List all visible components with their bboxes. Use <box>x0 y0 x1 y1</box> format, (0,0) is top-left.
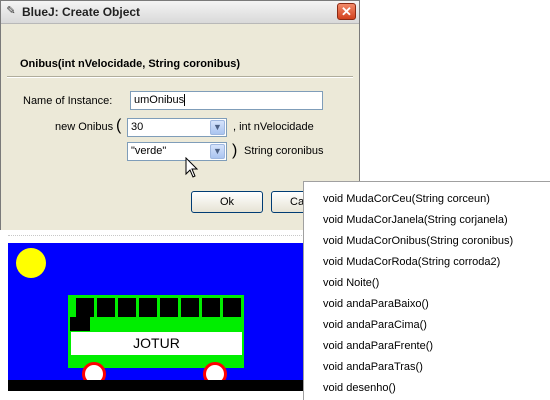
instance-name-value: umOnibus <box>134 94 185 106</box>
bus-window <box>202 298 220 317</box>
instance-name-label: Name of Instance: <box>23 95 113 107</box>
param-nvelocidade-value: 30 <box>131 121 144 133</box>
bluej-icon: ✎ <box>6 5 16 17</box>
bus-window <box>160 298 178 317</box>
constructor-signature: Onibus(int nVelocidade, String coronibus… <box>20 58 241 70</box>
param-nvelocidade-combo[interactable]: 30 ▼ <box>127 118 227 137</box>
bus-body: JOTUR <box>68 295 244 368</box>
dotted-separator <box>8 235 304 236</box>
menu-item-andaparatras[interactable]: void andaParaTras() <box>323 357 423 378</box>
chevron-down-icon[interactable]: ▼ <box>210 120 225 135</box>
close-button[interactable]: ✕ <box>337 3 356 20</box>
close-icon: ✕ <box>341 4 352 19</box>
menu-item-noite[interactable]: void Noite() <box>323 273 379 294</box>
method-popup-menu: void MudaCorCeu(String corceun) void Mud… <box>303 181 550 400</box>
bus-sign: JOTUR <box>71 332 242 355</box>
param-coronibus-value: "verde" <box>131 145 167 157</box>
new-class-label: new Onibus <box>55 121 114 133</box>
bus-door <box>70 317 90 331</box>
open-paren: ( <box>116 117 122 134</box>
mouse-cursor-icon <box>185 157 199 178</box>
bus-window <box>76 298 94 317</box>
menu-item-mudacoronibus[interactable]: void MudaCorOnibus(String coronibus) <box>323 231 513 252</box>
bus-window <box>118 298 136 317</box>
drawing-canvas[interactable]: JOTUR <box>8 243 308 391</box>
menu-item-mudacorroda[interactable]: void MudaCorRoda(String corroda2) <box>323 252 500 273</box>
divider <box>7 76 353 78</box>
menu-item-andaparabaixo[interactable]: void andaParaBaixo() <box>323 294 429 315</box>
menu-item-mudacorceu[interactable]: void MudaCorCeu(String corceun) <box>323 189 490 210</box>
ok-button[interactable]: Ok <box>191 191 263 213</box>
road <box>8 380 308 391</box>
menu-item-andaparafrente[interactable]: void andaParaFrente() <box>323 336 433 357</box>
text-caret <box>184 94 186 107</box>
param-coronibus-combo[interactable]: "verde" ▼ <box>127 142 227 161</box>
sun-shape <box>16 248 46 278</box>
bus-window <box>181 298 199 317</box>
close-paren: ) <box>232 142 238 159</box>
menu-item-desenho[interactable]: void desenho() <box>323 378 396 399</box>
param-nvelocidade-type: , int nVelocidade <box>233 121 314 133</box>
title-bar[interactable]: ✎ BlueJ: Create Object ✕ <box>1 1 359 24</box>
bus-window <box>223 298 241 317</box>
bus-window <box>139 298 157 317</box>
window-title: BlueJ: Create Object <box>22 5 141 19</box>
bus-window <box>97 298 115 317</box>
menu-item-andaparacima[interactable]: void andaParaCima() <box>323 315 427 336</box>
param-coronibus-type: String coronibus <box>244 145 324 157</box>
menu-item-mudacorjanela[interactable]: void MudaCorJanela(String corjanela) <box>323 210 508 231</box>
chevron-down-icon[interactable]: ▼ <box>210 144 225 159</box>
instance-name-field[interactable]: umOnibus <box>130 91 323 110</box>
